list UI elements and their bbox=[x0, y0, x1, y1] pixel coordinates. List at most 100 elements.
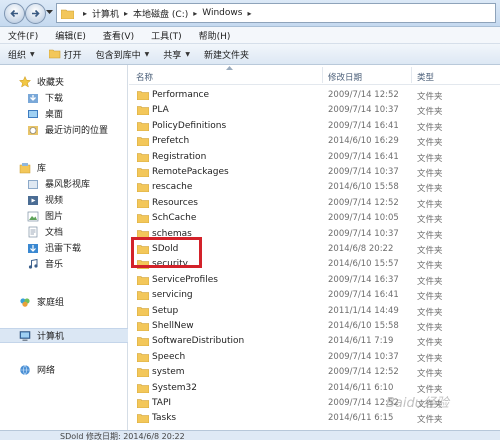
file-type: 文件夹 bbox=[417, 307, 443, 318]
organize-button[interactable]: 组织 ▼ bbox=[8, 48, 35, 61]
folder-icon bbox=[137, 275, 149, 285]
breadcrumb-separator-icon[interactable]: ▸ bbox=[193, 9, 197, 18]
file-row[interactable]: rescache 2014/6/10 15:58 文件夹 bbox=[129, 180, 500, 195]
file-row[interactable]: SchCache 2009/7/14 10:05 文件夹 bbox=[129, 211, 500, 226]
column-divider[interactable] bbox=[322, 67, 323, 83]
file-name: system bbox=[152, 367, 185, 378]
address-bar[interactable]: ▸ 计算机 ▸ 本地磁盘 (C:) ▸ Windows ▸ bbox=[56, 3, 496, 23]
file-type: 文件夹 bbox=[417, 353, 443, 364]
breadcrumb-computer[interactable]: 计算机 bbox=[92, 7, 119, 20]
sort-ascending-icon bbox=[226, 66, 233, 70]
column-name[interactable]: 名称 bbox=[136, 71, 153, 83]
nav-desktop[interactable]: 桌面 bbox=[26, 106, 63, 121]
file-row[interactable]: Setup 2011/1/14 14:49 文件夹 bbox=[129, 304, 500, 319]
file-row[interactable]: Tasks 2014/6/11 6:15 文件夹 bbox=[129, 411, 500, 426]
column-divider[interactable] bbox=[411, 67, 412, 83]
file-modified: 2009/7/14 16:37 bbox=[328, 274, 399, 285]
folder-icon bbox=[137, 214, 149, 224]
folder-icon bbox=[137, 198, 149, 208]
file-row[interactable]: SDold 2014/6/8 20:22 文件夹 bbox=[129, 242, 500, 257]
file-type: 文件夹 bbox=[417, 215, 443, 226]
file-row[interactable]: ShellNew 2014/6/10 15:58 文件夹 bbox=[129, 319, 500, 334]
nav-favorites[interactable]: 收藏夹 bbox=[18, 74, 64, 89]
menu-view[interactable]: 查看(V) bbox=[103, 29, 134, 42]
menu-edit[interactable]: 编辑(E) bbox=[55, 29, 86, 42]
file-row[interactable]: Speech 2009/7/14 10:37 文件夹 bbox=[129, 350, 500, 365]
breadcrumb-separator-icon[interactable]: ▸ bbox=[124, 9, 128, 18]
file-type: 文件夹 bbox=[417, 153, 443, 164]
file-row[interactable]: RemotePackages 2009/7/14 10:37 文件夹 bbox=[129, 165, 500, 180]
recent-pages-dropdown-icon[interactable] bbox=[46, 10, 53, 15]
breadcrumb-separator-icon[interactable]: ▸ bbox=[247, 9, 251, 18]
file-modified: 2009/7/14 10:37 bbox=[328, 351, 399, 362]
menu-tools[interactable]: 工具(T) bbox=[151, 29, 182, 42]
file-name: Performance bbox=[152, 90, 210, 100]
file-name: servicing bbox=[152, 290, 193, 301]
nav-label: 下载 bbox=[45, 94, 64, 104]
nav-computer[interactable]: 计算机 bbox=[0, 328, 128, 343]
column-modified[interactable]: 修改日期 bbox=[328, 71, 362, 83]
open-button[interactable]: 打开 bbox=[48, 48, 82, 61]
back-button[interactable] bbox=[4, 3, 25, 24]
homegroup-icon bbox=[18, 296, 32, 308]
file-name: TAPI bbox=[152, 398, 172, 408]
include-in-library-button[interactable]: 包含到库中 ▼ bbox=[96, 48, 150, 61]
nav-network[interactable]: 网络 bbox=[18, 362, 55, 377]
pictures-icon bbox=[26, 210, 40, 222]
nav-libraries[interactable]: 库 bbox=[18, 160, 46, 175]
file-name: Setup bbox=[152, 305, 179, 316]
share-button[interactable]: 共享 ▼ bbox=[163, 48, 190, 61]
recent-places-icon bbox=[26, 124, 40, 136]
file-type: 文件夹 bbox=[417, 261, 443, 272]
nav-downloads[interactable]: 下载 bbox=[26, 90, 63, 105]
breadcrumb-local-disk[interactable]: 本地磁盘 (C:) bbox=[133, 7, 188, 20]
breadcrumb-windows[interactable]: Windows bbox=[202, 8, 242, 18]
nav-label: 图片 bbox=[45, 212, 64, 222]
downloads-icon bbox=[26, 92, 40, 104]
folder-icon bbox=[137, 168, 149, 177]
nav-homegroup[interactable]: 家庭组 bbox=[18, 294, 64, 309]
file-row[interactable]: Registration 2009/7/14 16:41 文件夹 bbox=[129, 150, 500, 165]
nav-recent-places[interactable]: 最近访问的位置 bbox=[26, 122, 108, 137]
nav-music[interactable]: 音乐 bbox=[26, 256, 63, 271]
folder-icon bbox=[137, 306, 149, 316]
menu-help[interactable]: 帮助(H) bbox=[199, 29, 231, 42]
video-library-icon bbox=[26, 178, 40, 190]
file-row[interactable]: schemas 2009/7/14 10:37 文件夹 bbox=[129, 227, 500, 242]
file-row[interactable]: Performance 2009/7/14 12:52 文件夹 bbox=[129, 88, 500, 103]
nav-xunlei-downloads[interactable]: 迅雷下载 bbox=[26, 240, 81, 255]
file-name: ShellNew bbox=[152, 321, 194, 331]
column-type[interactable]: 类型 bbox=[417, 71, 434, 83]
nav-label: 库 bbox=[37, 164, 47, 174]
file-row[interactable]: system 2009/7/14 12:52 文件夹 bbox=[129, 365, 500, 380]
file-row[interactable]: PLA 2009/7/14 10:37 文件夹 bbox=[129, 103, 500, 118]
nav-documents[interactable]: 文档 bbox=[26, 224, 63, 239]
file-row[interactable]: servicing 2009/7/14 16:41 文件夹 bbox=[129, 288, 500, 303]
file-row[interactable]: Prefetch 2014/6/10 16:29 文件夹 bbox=[129, 134, 500, 149]
breadcrumb-separator-icon[interactable]: ▸ bbox=[83, 9, 87, 18]
new-folder-button[interactable]: 新建文件夹 bbox=[204, 48, 249, 61]
nav-label: 文档 bbox=[45, 228, 64, 238]
menu-file[interactable]: 文件(F) bbox=[8, 29, 38, 42]
open-label: 打开 bbox=[63, 50, 82, 61]
nav-videos[interactable]: 视频 bbox=[26, 192, 63, 207]
nav-label: 网络 bbox=[37, 366, 56, 376]
chevron-down-icon: ▼ bbox=[30, 50, 35, 58]
file-row[interactable]: SoftwareDistribution 2014/6/11 7:19 文件夹 bbox=[129, 334, 500, 349]
file-name: Resources bbox=[152, 197, 198, 208]
nav-baofeng-library[interactable]: 暴风影视库 bbox=[26, 176, 90, 191]
file-row[interactable]: ServiceProfiles 2009/7/14 16:37 文件夹 bbox=[129, 273, 500, 288]
xunlei-icon bbox=[26, 242, 40, 254]
nav-pictures[interactable]: 图片 bbox=[26, 208, 63, 223]
file-row[interactable]: PolicyDefinitions 2009/7/14 16:41 文件夹 bbox=[129, 119, 500, 134]
share-label: 共享 bbox=[163, 50, 182, 61]
folder-icon bbox=[137, 121, 149, 131]
file-modified: 2009/7/14 10:37 bbox=[328, 228, 399, 239]
file-modified: 2011/1/14 14:49 bbox=[328, 305, 399, 316]
file-row[interactable]: security 2014/6/10 15:57 文件夹 bbox=[129, 257, 500, 272]
forward-button[interactable] bbox=[25, 3, 46, 24]
open-folder-icon bbox=[48, 49, 60, 59]
star-icon bbox=[18, 75, 32, 88]
chevron-down-icon: ▼ bbox=[144, 50, 150, 58]
file-row[interactable]: Resources 2009/7/14 12:52 文件夹 bbox=[129, 196, 500, 211]
